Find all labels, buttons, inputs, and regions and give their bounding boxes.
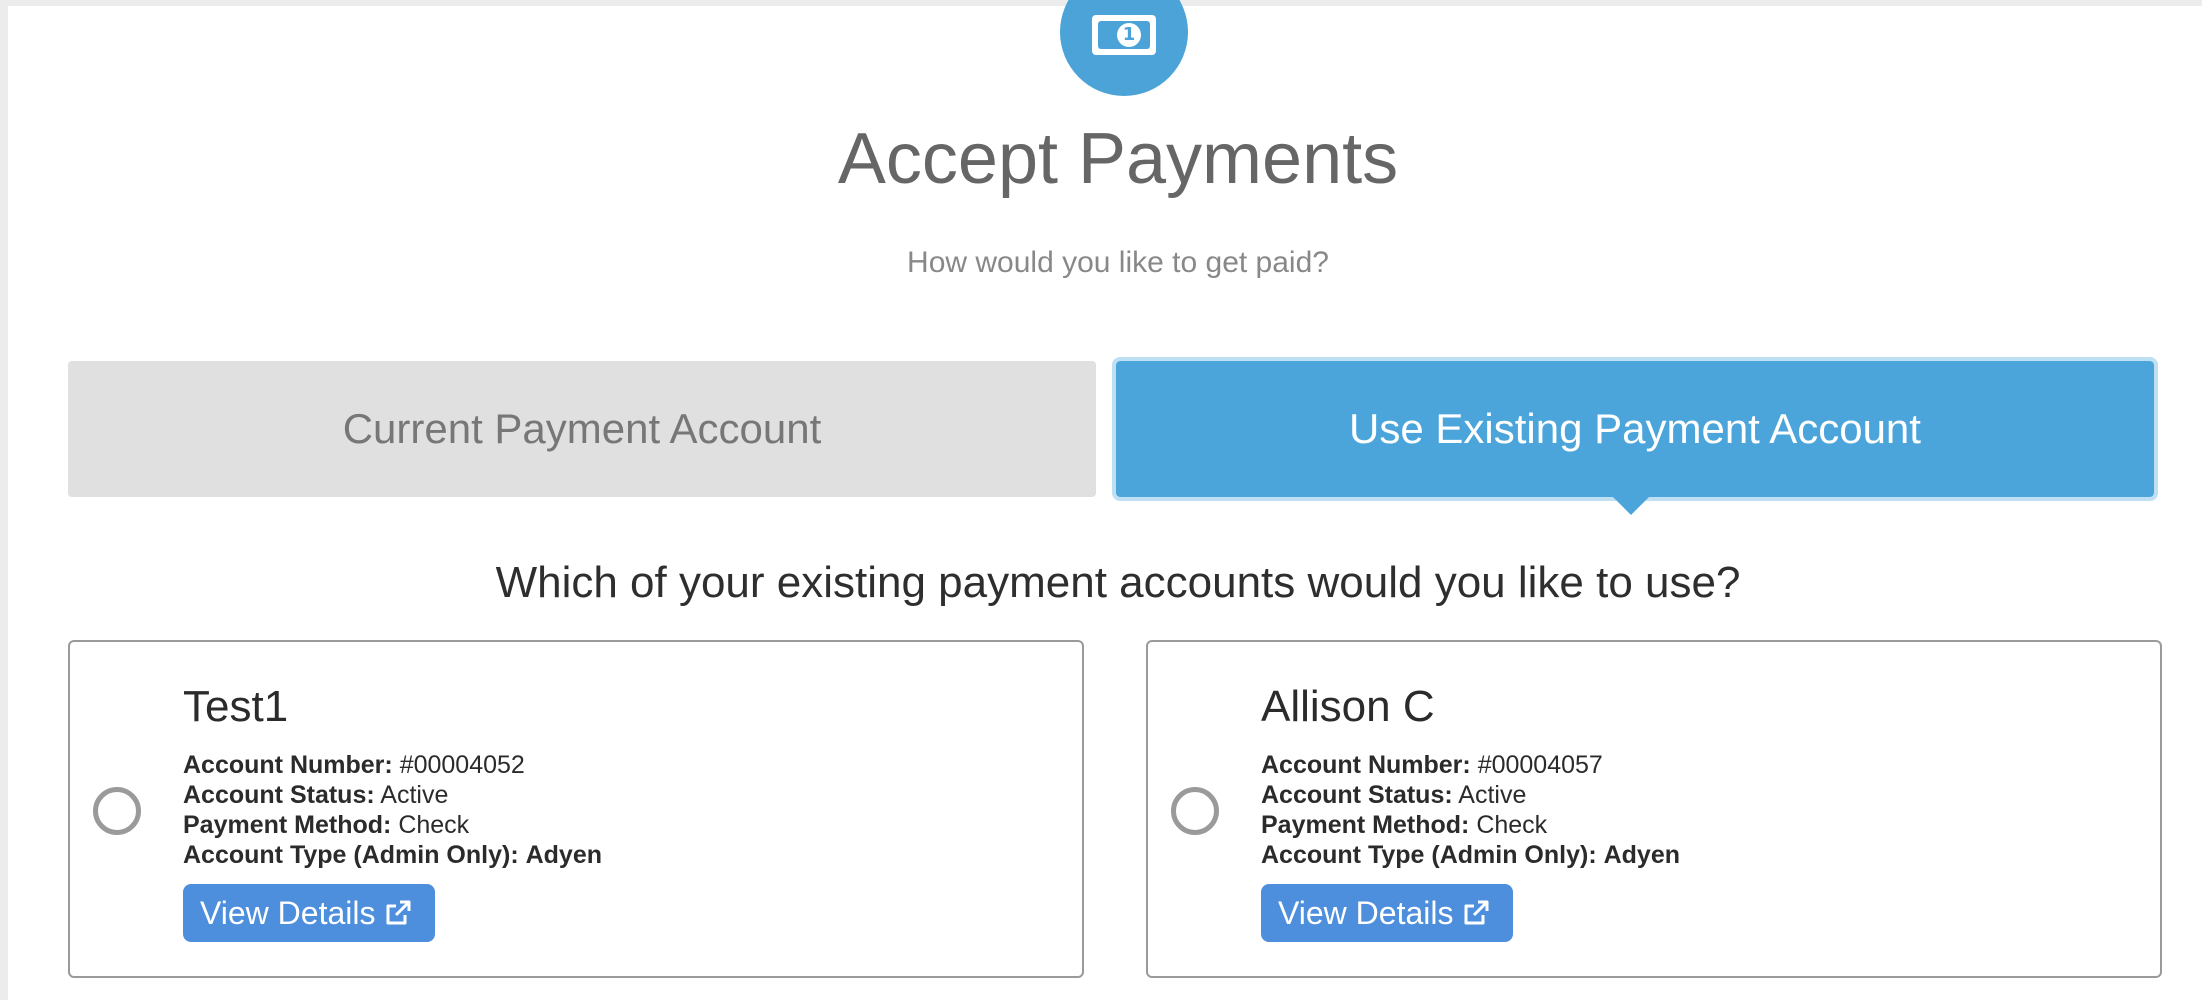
account-card[interactable]: Allison C Account Number: #00004057 Acco… [1146, 640, 2162, 978]
payment-method-value: Check [398, 811, 470, 839]
payment-method-label: Payment Method: [1261, 811, 1470, 839]
payment-method-label: Payment Method: [183, 811, 392, 839]
page-subtitle: How would you like to get paid? [907, 246, 1329, 279]
view-details-label: View Details [200, 894, 376, 931]
account-name: Test1 [183, 682, 289, 731]
payment-method-row: Payment Method: Check [183, 810, 602, 840]
account-number-value: #00004057 [1477, 751, 1603, 779]
account-number-label: Account Number: [183, 751, 393, 779]
account-status-row: Account Status: Active [1261, 780, 1680, 810]
view-details-button[interactable]: View Details [183, 884, 436, 942]
external-link-icon [1464, 900, 1489, 925]
account-type-label: Account Type (Admin Only): [1261, 841, 1597, 869]
account-type-value: Adyen [1603, 841, 1681, 869]
account-number-row: Account Number: #00004052 [183, 750, 602, 780]
account-radio[interactable] [1171, 787, 1219, 835]
account-status-row: Account Status: Active [183, 780, 602, 810]
account-name: Allison C [1261, 682, 1435, 731]
account-status-label: Account Status: [183, 781, 375, 809]
account-status-label: Account Status: [1261, 781, 1453, 809]
account-question: Which of your existing payment accounts … [495, 558, 1741, 607]
account-details: Account Number: #00004052 Account Status… [183, 750, 602, 870]
account-card[interactable]: Test1 Account Number: #00004052 Account … [68, 640, 1084, 978]
account-status-value: Active [380, 781, 449, 809]
account-details: Account Number: #00004057 Account Status… [1261, 750, 1680, 870]
account-number-row: Account Number: #00004057 [1261, 750, 1680, 780]
account-type-label: Account Type (Admin Only): [183, 841, 519, 869]
tab-use-existing-payment-account[interactable]: Use Existing Payment Account [1112, 357, 2158, 501]
page: 1 Accept Payments How would you like to … [8, 0, 2202, 1000]
account-number-label: Account Number: [1261, 751, 1471, 779]
tab-current-payment-account[interactable]: Current Payment Account [68, 361, 1096, 497]
account-type-value: Adyen [525, 841, 603, 869]
view-details-label: View Details [1278, 894, 1454, 931]
payment-method-row: Payment Method: Check [1261, 810, 1680, 840]
account-radio[interactable] [93, 787, 141, 835]
account-type-row: Account Type (Admin Only): Adyen [1261, 840, 1680, 870]
account-type-row: Account Type (Admin Only): Adyen [183, 840, 602, 870]
selected-tab-pointer [1613, 497, 1649, 515]
page-title: Accept Payments [837, 119, 1399, 199]
account-status-value: Active [1458, 781, 1527, 809]
payment-method-value: Check [1476, 811, 1548, 839]
account-number-value: #00004052 [399, 751, 525, 779]
external-link-icon [386, 900, 411, 925]
money-bill-icon: 1 [1060, 0, 1188, 96]
view-details-button[interactable]: View Details [1261, 884, 1514, 942]
bill-coin: 1 [1117, 23, 1141, 47]
